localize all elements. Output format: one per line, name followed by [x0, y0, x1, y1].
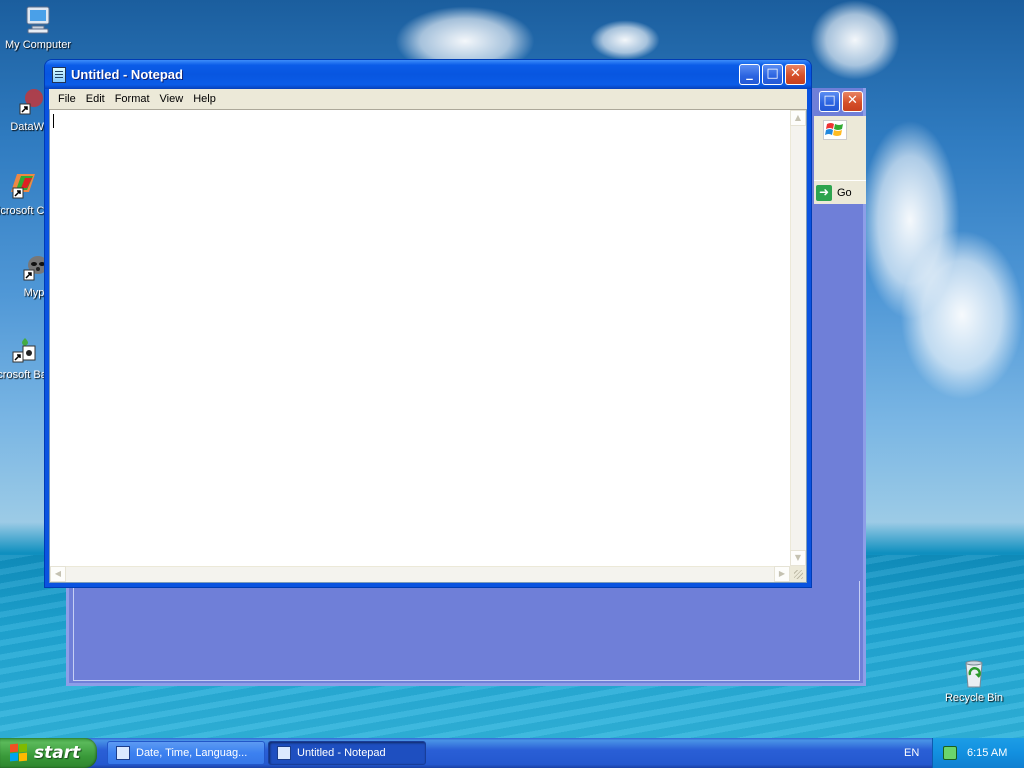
maximize-button[interactable]: □ — [762, 64, 783, 85]
background-window-content-frame — [73, 581, 860, 681]
taskbar-button-date-time[interactable]: Date, Time, Languag... — [107, 741, 265, 765]
scroll-up-button[interactable]: ▲ — [790, 110, 806, 126]
taskbar-button-notepad[interactable]: Untitled - Notepad — [268, 741, 426, 765]
control-panel-icon — [116, 746, 130, 760]
menu-file[interactable]: File — [53, 91, 81, 107]
go-button[interactable]: ➜ Go — [814, 180, 866, 204]
background-window-title-buttons: □ ✕ — [819, 91, 863, 112]
visual-basic-shortcut-icon — [7, 334, 39, 366]
menu-format[interactable]: Format — [110, 91, 155, 107]
go-arrow-icon: ➜ — [816, 184, 832, 201]
language-indicator[interactable]: EN — [904, 747, 919, 759]
safely-remove-hardware-icon[interactable] — [943, 746, 957, 760]
text-caret — [53, 114, 54, 128]
start-button[interactable]: start — [0, 738, 97, 768]
menu-edit[interactable]: Edit — [81, 91, 110, 107]
menu-help[interactable]: Help — [188, 91, 221, 107]
clock[interactable]: 6:15 AM — [967, 747, 1007, 759]
notepad-icon — [277, 746, 291, 760]
computer-icon — [22, 4, 54, 36]
windows-flag-icon — [823, 120, 847, 140]
cloud — [900, 230, 1024, 400]
resize-grip[interactable] — [790, 566, 806, 582]
vertical-scrollbar[interactable]: ▲ ▼ — [790, 110, 806, 566]
close-button[interactable]: ✕ — [785, 64, 806, 85]
go-label: Go — [837, 186, 852, 199]
notepad-icon — [52, 66, 66, 83]
taskbar-button-label: Date, Time, Languag... — [136, 747, 248, 759]
close-button[interactable]: ✕ — [842, 91, 863, 112]
scroll-left-button[interactable]: ◀ — [50, 566, 66, 582]
notepad-window[interactable]: Untitled - Notepad _ □ ✕ File Edit Forma… — [45, 60, 811, 587]
desktop-icon-label: My Computer — [4, 39, 72, 51]
system-tray: 6:15 AM — [932, 738, 1024, 768]
recycle-bin-icon — [958, 657, 990, 689]
desktop-icon-recycle-bin[interactable]: Recycle Bin — [936, 657, 1012, 705]
scroll-right-button[interactable]: ▶ — [774, 566, 790, 582]
desktop-icon-label: Recycle Bin — [944, 692, 1004, 704]
visual-cpp-shortcut-icon — [7, 170, 39, 202]
cloud — [810, 0, 900, 80]
text-editor[interactable]: ▲ ▼ ◀ ▶ — [49, 109, 807, 583]
menu-bar: File Edit Format View Help — [49, 89, 807, 109]
cloud — [590, 20, 660, 60]
desktop-icon-my-computer[interactable]: My Computer — [0, 4, 76, 52]
menu-view[interactable]: View — [155, 91, 189, 107]
scroll-down-button[interactable]: ▼ — [790, 550, 806, 566]
datawarehouse-shortcut-icon — [14, 86, 46, 118]
windows-flag-icon — [10, 743, 28, 762]
horizontal-scrollbar[interactable]: ◀ ▶ — [50, 566, 790, 582]
title-buttons: _ □ ✕ — [739, 64, 806, 85]
maximize-button[interactable]: □ — [819, 91, 840, 112]
taskbar: start Date, Time, Languag... Untitled - … — [0, 738, 1024, 768]
minimize-button[interactable]: _ — [739, 64, 760, 85]
window-title: Untitled - Notepad — [71, 67, 183, 82]
start-label: start — [34, 743, 81, 763]
notepad-titlebar[interactable]: Untitled - Notepad _ □ ✕ — [45, 60, 811, 89]
taskbar-button-label: Untitled - Notepad — [297, 747, 386, 759]
